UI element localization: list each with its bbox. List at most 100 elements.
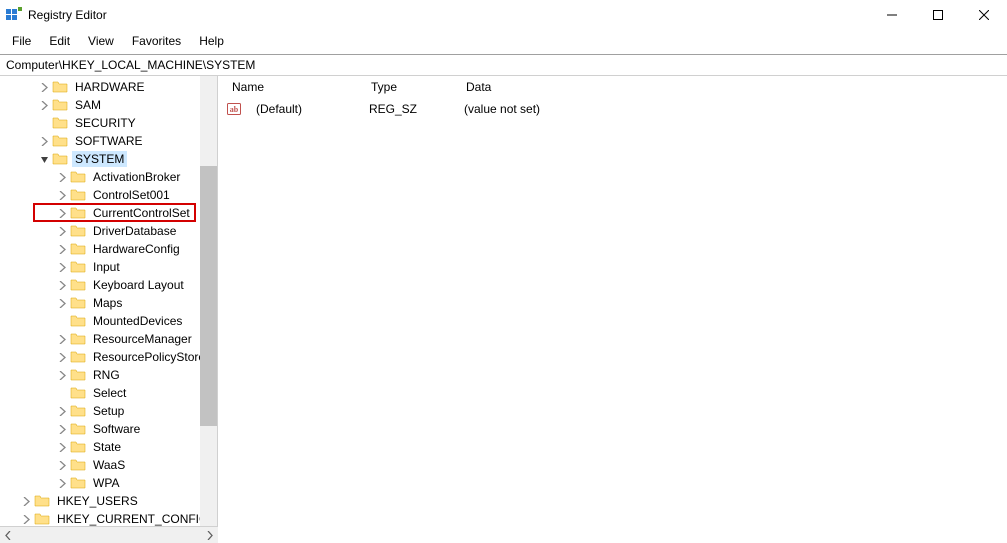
folder-icon (52, 97, 68, 113)
scroll-right-icon[interactable] (201, 527, 218, 543)
scrollbar-track[interactable] (17, 527, 201, 543)
tree-item-waas[interactable]: WaaS (0, 456, 200, 474)
folder-icon (70, 205, 86, 221)
tree-item-select[interactable]: Select (0, 384, 200, 402)
menu-help[interactable]: Help (191, 32, 232, 50)
folder-icon (52, 79, 68, 95)
menu-favorites[interactable]: Favorites (124, 32, 189, 50)
chevron-right-icon[interactable] (36, 133, 52, 149)
maximize-button[interactable] (915, 0, 961, 30)
scrollbar-thumb[interactable] (200, 166, 217, 426)
horizontal-scrollbar[interactable] (0, 526, 218, 543)
tree-label: SECURITY (72, 115, 139, 131)
chevron-right-icon[interactable] (54, 205, 70, 221)
column-header-data[interactable]: Data (458, 77, 1007, 97)
folder-icon (70, 439, 86, 455)
tree-item-security[interactable]: SECURITY (0, 114, 200, 132)
chevron-right-icon[interactable] (54, 349, 70, 365)
column-header-type[interactable]: Type (363, 77, 458, 97)
tree-item-mounteddevices[interactable]: MountedDevices (0, 312, 200, 330)
tree-view[interactable]: HARDWARE SAM SECURITY SOFTWARE SYSTEM (0, 76, 200, 526)
chevron-right-icon[interactable] (54, 457, 70, 473)
close-button[interactable] (961, 0, 1007, 30)
tree-item-keyboardlayout[interactable]: Keyboard Layout (0, 276, 200, 294)
tree-item-resourcepolicystore[interactable]: ResourcePolicyStore (0, 348, 200, 366)
tree-label: WaaS (90, 457, 128, 473)
chevron-right-icon[interactable] (54, 277, 70, 293)
tree-item-driverdatabase[interactable]: DriverDatabase (0, 222, 200, 240)
folder-icon (70, 421, 86, 437)
tree-item-controlset001[interactable]: ControlSet001 (0, 186, 200, 204)
chevron-right-icon[interactable] (18, 511, 34, 526)
tree-item-sam[interactable]: SAM (0, 96, 200, 114)
tree-item-software[interactable]: SOFTWARE (0, 132, 200, 150)
tree-item-input[interactable]: Input (0, 258, 200, 276)
expander-empty (54, 313, 70, 329)
folder-icon (52, 151, 68, 167)
tree-label: State (90, 439, 124, 455)
tree-item-hardware[interactable]: HARDWARE (0, 78, 200, 96)
tree-item-resourcemanager[interactable]: ResourceManager (0, 330, 200, 348)
tree-item-wpa[interactable]: WPA (0, 474, 200, 492)
folder-icon (70, 169, 86, 185)
chevron-right-icon[interactable] (54, 367, 70, 383)
expander-empty (36, 115, 52, 131)
vertical-scrollbar[interactable] (200, 76, 217, 526)
tree-item-activationbroker[interactable]: ActivationBroker (0, 168, 200, 186)
regedit-icon (6, 7, 22, 23)
minimize-button[interactable] (869, 0, 915, 30)
tree-item-hardwareconfig[interactable]: HardwareConfig (0, 240, 200, 258)
tree-label: Setup (90, 403, 127, 419)
tree-item-hkey-current-config[interactable]: HKEY_CURRENT_CONFIG (0, 510, 200, 526)
folder-icon (70, 223, 86, 239)
chevron-right-icon[interactable] (54, 403, 70, 419)
chevron-down-icon[interactable] (36, 151, 52, 167)
chevron-right-icon[interactable] (54, 421, 70, 437)
chevron-right-icon[interactable] (54, 169, 70, 185)
chevron-right-icon[interactable] (36, 97, 52, 113)
list-row-default[interactable]: ab (Default) REG_SZ (value not set) (218, 100, 1007, 118)
menu-file[interactable]: File (4, 32, 39, 50)
tree-item-system[interactable]: SYSTEM (0, 150, 200, 168)
tree-label: Keyboard Layout (90, 277, 187, 293)
address-bar[interactable]: Computer\HKEY_LOCAL_MACHINE\SYSTEM (0, 54, 1007, 76)
tree-label: HKEY_CURRENT_CONFIG (54, 511, 200, 526)
tree-label: CurrentControlSet (90, 205, 193, 221)
tree-item-hkey-users[interactable]: HKEY_USERS (0, 492, 200, 510)
folder-icon (70, 457, 86, 473)
chevron-right-icon[interactable] (36, 79, 52, 95)
tree-label: SYSTEM (72, 151, 127, 167)
chevron-right-icon[interactable] (54, 475, 70, 491)
tree-label: HKEY_USERS (54, 493, 141, 509)
scroll-left-icon[interactable] (0, 527, 17, 543)
tree-item-rng[interactable]: RNG (0, 366, 200, 384)
tree-item-setup[interactable]: Setup (0, 402, 200, 420)
tree-item-maps[interactable]: Maps (0, 294, 200, 312)
tree-label: Input (90, 259, 123, 275)
chevron-right-icon[interactable] (54, 331, 70, 347)
menu-view[interactable]: View (80, 32, 122, 50)
tree-label: RNG (90, 367, 123, 383)
menubar: File Edit View Favorites Help (0, 30, 1007, 54)
menu-edit[interactable]: Edit (41, 32, 78, 50)
chevron-right-icon[interactable] (54, 295, 70, 311)
tree-item-currentcontrolset[interactable]: CurrentControlSet (0, 204, 200, 222)
folder-icon (70, 295, 86, 311)
chevron-right-icon[interactable] (54, 241, 70, 257)
folder-icon (34, 511, 50, 526)
chevron-right-icon[interactable] (18, 493, 34, 509)
folder-icon (52, 133, 68, 149)
folder-icon (70, 403, 86, 419)
chevron-right-icon[interactable] (54, 223, 70, 239)
tree-label: ResourceManager (90, 331, 195, 347)
tree-item-state[interactable]: State (0, 438, 200, 456)
chevron-right-icon[interactable] (54, 439, 70, 455)
tree-item-software2[interactable]: Software (0, 420, 200, 438)
chevron-right-icon[interactable] (54, 187, 70, 203)
folder-icon (70, 367, 86, 383)
values-list[interactable]: Name Type Data ab (Default) REG_SZ (valu… (218, 76, 1007, 526)
tree-pane: HARDWARE SAM SECURITY SOFTWARE SYSTEM (0, 76, 218, 526)
chevron-right-icon[interactable] (54, 259, 70, 275)
column-header-name[interactable]: Name (218, 77, 363, 97)
expander-empty (54, 385, 70, 401)
